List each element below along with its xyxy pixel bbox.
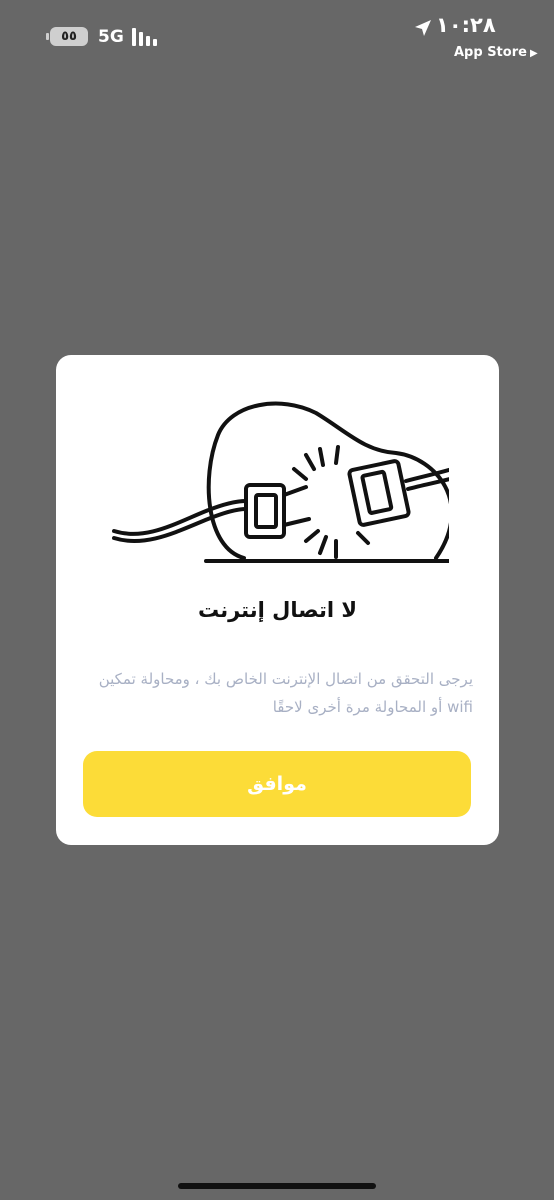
clock: ١٠:٢٨: [436, 13, 496, 37]
back-app-label: App Store: [454, 45, 527, 60]
dialog-title: لا اتصال إنترنت: [198, 598, 357, 622]
location-arrow-icon: [415, 20, 431, 36]
unplugged-plug-icon: [112, 401, 449, 563]
ok-button[interactable]: موافق: [83, 751, 471, 817]
battery-indicator: ٥٥: [50, 27, 88, 46]
back-to-app-link[interactable]: App Store ▶: [454, 45, 538, 60]
signal-icon: [132, 28, 162, 46]
no-internet-dialog: لا اتصال إنترنت يرجى التحقق من اتصال الإ…: [56, 355, 499, 845]
home-indicator[interactable]: [178, 1183, 376, 1189]
dialog-message: يرجى التحقق من اتصال الإنترنت الخاص بك ،…: [98, 670, 473, 716]
status-bar: ٥٥ 5G ١٠:٢٨ App Store ▶: [0, 0, 554, 70]
network-type: 5G: [98, 27, 124, 47]
battery-tip: [46, 33, 49, 40]
play-arrow-icon: ▶: [529, 48, 538, 59]
